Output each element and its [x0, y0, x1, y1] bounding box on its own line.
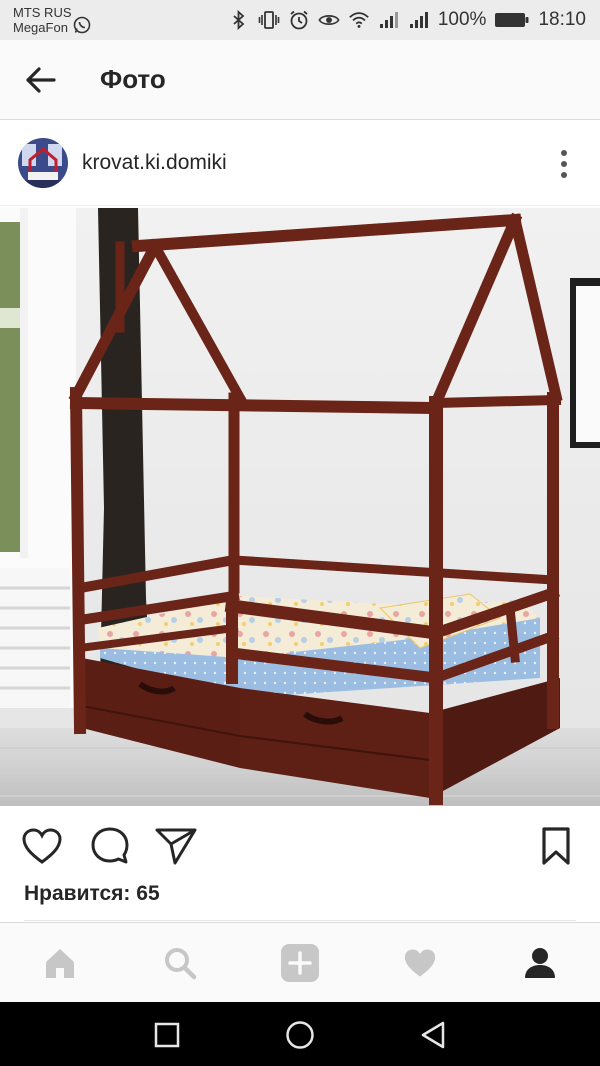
bottom-nav — [0, 922, 600, 1002]
add-icon — [280, 943, 320, 983]
app-bar: Фото — [0, 40, 600, 120]
more-options-button[interactable] — [552, 146, 576, 182]
likes-count[interactable]: Нравится: 65 — [24, 882, 160, 906]
post-photo[interactable] — [0, 208, 600, 806]
activity-heart-icon — [402, 947, 438, 979]
send-icon — [154, 825, 198, 867]
nav-search[interactable] — [160, 943, 200, 983]
post-actions — [0, 806, 600, 882]
carrier-info: MTS RUS MegaFon — [13, 5, 92, 35]
search-icon — [162, 945, 198, 981]
battery-icon — [494, 9, 530, 31]
more-dot — [561, 161, 567, 167]
bookmark-icon — [540, 826, 572, 866]
eye-icon — [318, 9, 340, 31]
home-circle-icon — [284, 1019, 316, 1051]
back-triangle-icon — [418, 1020, 448, 1050]
recent-apps-button[interactable] — [150, 1018, 184, 1052]
home-icon — [42, 946, 78, 980]
more-vertical-icon — [561, 150, 567, 156]
nav-home[interactable] — [40, 943, 80, 983]
page-title: Фото — [100, 64, 166, 94]
share-button[interactable] — [154, 824, 198, 868]
system-back-button[interactable] — [416, 1018, 450, 1052]
battery-percent: 100% — [437, 9, 487, 30]
status-bar: MTS RUS MegaFon 100% 18:10 — [0, 0, 600, 40]
alarm-icon — [288, 9, 310, 31]
divider — [24, 920, 576, 921]
like-button[interactable] — [20, 824, 64, 868]
username[interactable]: krovat.ki.domiki — [82, 151, 227, 175]
avatar[interactable] — [18, 138, 68, 188]
signal-icon — [378, 9, 400, 31]
arrow-left-icon — [24, 66, 56, 94]
bluetooth-icon — [228, 9, 250, 31]
system-navigation-bar — [0, 1002, 600, 1066]
save-button[interactable] — [534, 824, 578, 868]
wifi-icon — [348, 9, 370, 31]
post-header: krovat.ki.domiki — [0, 122, 600, 206]
carrier-name-2: MegaFon — [13, 20, 68, 35]
heart-icon — [21, 827, 63, 865]
profile-icon — [522, 945, 558, 981]
signal-icon — [408, 9, 430, 31]
vibrate-icon — [258, 9, 280, 31]
whatsapp-icon — [72, 15, 92, 35]
comment-icon — [89, 825, 131, 867]
recent-apps-square-icon — [153, 1021, 181, 1049]
nav-profile[interactable] — [520, 943, 560, 983]
clock: 18:10 — [538, 9, 586, 30]
more-dot — [561, 172, 567, 178]
house-bed-photo — [0, 208, 600, 806]
system-home-button[interactable] — [283, 1018, 317, 1052]
nav-add[interactable] — [280, 943, 320, 983]
nav-activity[interactable] — [400, 943, 440, 983]
status-icons: 100% 18:10 — [228, 8, 586, 32]
comment-button[interactable] — [88, 824, 132, 868]
back-button[interactable] — [20, 62, 60, 98]
